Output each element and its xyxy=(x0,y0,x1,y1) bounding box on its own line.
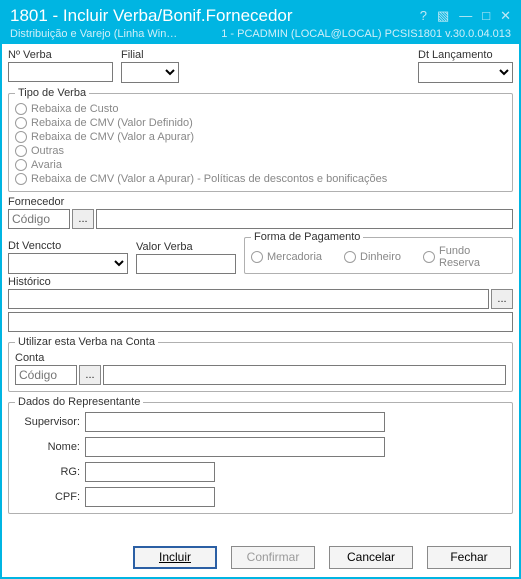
historico-label: Histórico xyxy=(8,276,513,288)
valor-label: Valor Verba xyxy=(136,241,236,253)
tipo-opt-0[interactable]: Rebaixa de Custo xyxy=(15,103,506,115)
dtlanc-field: Dt Lançamento xyxy=(418,49,513,83)
conta-lookup-button[interactable]: ... xyxy=(79,365,101,385)
radio-icon xyxy=(423,251,435,263)
radio-icon xyxy=(251,251,263,263)
dtvencto-select[interactable] xyxy=(8,253,128,274)
close-icon[interactable]: ✕ xyxy=(500,8,511,24)
forma-opt-1[interactable]: Dinheiro xyxy=(344,251,401,263)
dtlanc-label: Dt Lançamento xyxy=(418,49,513,61)
maximize-icon[interactable]: □ xyxy=(482,8,490,24)
valor-input[interactable] xyxy=(136,254,236,274)
representante-group: Dados do Representante Supervisor: Nome:… xyxy=(8,396,513,514)
tipo-opt-1[interactable]: Rebaixa de CMV (Valor Definido) xyxy=(15,117,506,129)
rg-input[interactable] xyxy=(85,462,215,482)
tipo-verba-legend: Tipo de Verba xyxy=(15,87,89,99)
conta-label: Conta xyxy=(15,352,506,364)
filial-field: Filial xyxy=(121,49,179,83)
tipo-opt-5-label: Rebaixa de CMV (Valor a Apurar) - Políti… xyxy=(31,173,387,185)
content: Nº Verba Filial Dt Lançamento Tipo de Ve… xyxy=(2,44,519,577)
titlebar: 1801 - Incluir Verba/Bonif.Fornecedor ? … xyxy=(2,2,519,28)
historico-lookup-button[interactable]: ... xyxy=(491,289,513,309)
cpf-label: CPF: xyxy=(15,491,80,503)
forma-pagamento-group: Forma de Pagamento Mercadoria Dinheiro F… xyxy=(244,231,513,274)
tipo-opt-0-label: Rebaixa de Custo xyxy=(31,103,118,115)
window-controls: ? ▧ — □ ✕ xyxy=(420,8,511,24)
filial-select[interactable] xyxy=(121,62,179,83)
filial-label: Filial xyxy=(121,49,179,61)
nome-input[interactable] xyxy=(85,437,385,457)
minimize-icon[interactable]: — xyxy=(459,8,472,24)
forma-opt-2-label: Fundo Reserva xyxy=(439,245,506,269)
dtvencto-label: Dt Venccto xyxy=(8,240,128,252)
edit-icon[interactable]: ▧ xyxy=(437,8,449,24)
help-icon[interactable]: ? xyxy=(420,8,427,24)
forma-opt-1-label: Dinheiro xyxy=(360,251,401,263)
cancelar-button[interactable]: Cancelar xyxy=(329,546,413,569)
radio-icon xyxy=(15,131,27,143)
fornecedor-lookup-button[interactable]: ... xyxy=(72,209,94,229)
subtitle-left: Distribuição e Varejo (Linha Win… xyxy=(10,28,221,40)
confirmar-button[interactable]: Confirmar xyxy=(231,546,315,569)
mid-row: Dt Venccto Valor Verba Forma de Pagament… xyxy=(8,231,513,274)
tipo-verba-group: Tipo de Verba Rebaixa de Custo Rebaixa d… xyxy=(8,87,513,192)
valor-field: Valor Verba xyxy=(136,241,236,274)
forma-legend: Forma de Pagamento xyxy=(251,231,363,243)
tipo-opt-2[interactable]: Rebaixa de CMV (Valor a Apurar) xyxy=(15,131,506,143)
rg-label: RG: xyxy=(15,466,80,478)
representante-legend: Dados do Representante xyxy=(15,396,143,408)
radio-icon xyxy=(15,145,27,157)
tipo-opt-3-label: Outras xyxy=(31,145,64,157)
conta-codigo-input[interactable] xyxy=(15,365,77,385)
top-row: Nº Verba Filial Dt Lançamento xyxy=(8,49,513,83)
fechar-button[interactable]: Fechar xyxy=(427,546,511,569)
window-title: 1801 - Incluir Verba/Bonif.Fornecedor xyxy=(10,6,420,26)
forma-opt-0-label: Mercadoria xyxy=(267,251,322,263)
incluir-button[interactable]: Incluir xyxy=(133,546,217,569)
app-window: 1801 - Incluir Verba/Bonif.Fornecedor ? … xyxy=(0,0,521,579)
subtitle-right: 1 - PCADMIN (LOCAL@LOCAL) PCSIS1801 v.30… xyxy=(221,28,511,40)
tipo-opt-3[interactable]: Outras xyxy=(15,145,506,157)
cpf-input[interactable] xyxy=(85,487,215,507)
supervisor-label: Supervisor: xyxy=(15,416,80,428)
conta-legend: Utilizar esta Verba na Conta xyxy=(15,336,158,348)
conta-group: Utilizar esta Verba na Conta Conta ... xyxy=(8,336,513,392)
historico-input-1[interactable] xyxy=(8,289,489,309)
button-bar: Incluir Confirmar Cancelar Fechar xyxy=(8,542,513,571)
fornecedor-codigo-input[interactable] xyxy=(8,209,70,229)
radio-icon xyxy=(15,117,27,129)
forma-opt-0[interactable]: Mercadoria xyxy=(251,251,322,263)
fornecedor-block: Fornecedor ... xyxy=(8,196,513,229)
tipo-opt-4[interactable]: Avaria xyxy=(15,159,506,171)
fornecedor-label: Fornecedor xyxy=(8,196,513,208)
conta-desc xyxy=(103,365,506,385)
dtvencto-field: Dt Venccto xyxy=(8,240,128,274)
tipo-opt-2-label: Rebaixa de CMV (Valor a Apurar) xyxy=(31,131,194,143)
forma-opt-2[interactable]: Fundo Reserva xyxy=(423,245,506,269)
fornecedor-desc xyxy=(96,209,513,229)
radio-icon xyxy=(15,173,27,185)
historico-input-2[interactable] xyxy=(8,312,513,332)
nverba-label: Nº Verba xyxy=(8,49,113,61)
nome-label: Nome: xyxy=(15,441,80,453)
tipo-opt-4-label: Avaria xyxy=(31,159,62,171)
radio-icon xyxy=(15,159,27,171)
historico-block: Histórico ... xyxy=(8,276,513,332)
radio-icon xyxy=(344,251,356,263)
radio-icon xyxy=(15,103,27,115)
tipo-opt-1-label: Rebaixa de CMV (Valor Definido) xyxy=(31,117,193,129)
subtitle-bar: Distribuição e Varejo (Linha Win… 1 - PC… xyxy=(2,28,519,44)
nverba-input[interactable] xyxy=(8,62,113,82)
tipo-opt-5[interactable]: Rebaixa de CMV (Valor a Apurar) - Políti… xyxy=(15,173,506,185)
dtlanc-select[interactable] xyxy=(418,62,513,83)
supervisor-input[interactable] xyxy=(85,412,385,432)
nverba-field: Nº Verba xyxy=(8,49,113,83)
